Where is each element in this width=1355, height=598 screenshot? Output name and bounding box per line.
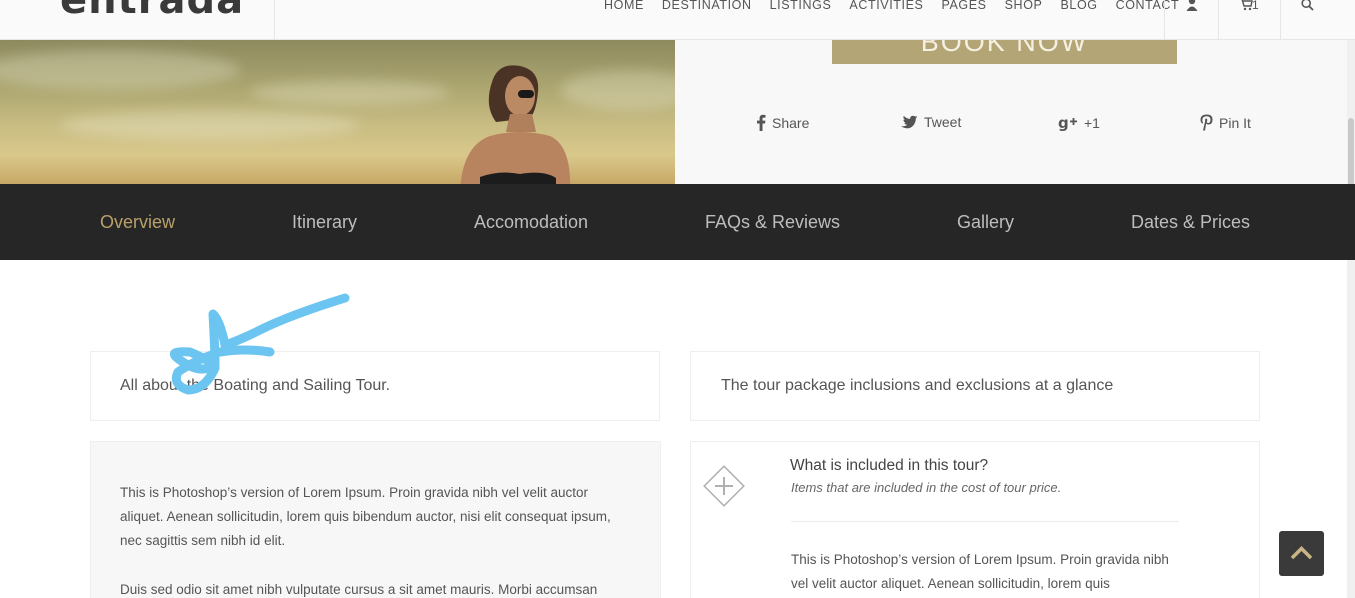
site-header: entrada HOME DESTINATION LISTINGS ACTIVI… (0, 0, 1355, 40)
hero-image (0, 40, 675, 184)
overview-title: All about the Boating and Sailing Tour. (120, 377, 391, 394)
nav-destination[interactable]: DESTINATION (653, 0, 761, 12)
back-to-top-button[interactable] (1279, 531, 1324, 576)
divider (274, 0, 275, 40)
overview-paragraph-1: This is Photoshop’s version of Lorem Ips… (120, 485, 611, 548)
share-google-plus-label: +1 (1084, 114, 1100, 131)
tab-faqs-reviews[interactable]: FAQs & Reviews (705, 212, 840, 232)
tab-itinerary[interactable]: Itinerary (292, 212, 357, 232)
share-twitter[interactable]: Tweet (900, 114, 961, 130)
book-now-button[interactable]: BOOK NOW (832, 40, 1177, 64)
search-icon (1301, 0, 1314, 11)
user-icon (1186, 0, 1198, 11)
page-scrollbar[interactable] (1347, 40, 1355, 598)
nav-home[interactable]: HOME (604, 0, 653, 12)
tab-accomodation[interactable]: Accomodation (474, 212, 588, 232)
tab-gallery[interactable]: Gallery (957, 212, 1014, 232)
pinterest-icon (1200, 114, 1213, 131)
nav-listings[interactable]: LISTINGS (761, 0, 841, 12)
plus-diamond-icon (703, 465, 745, 507)
cart-icon (1241, 0, 1253, 11)
share-twitter-label: Tweet (924, 114, 962, 130)
included-text: This is Photoshop’s version of Lorem Ips… (791, 552, 1169, 591)
google-plus-icon: g (1058, 114, 1077, 131)
nav-blog[interactable]: BLOG (1051, 0, 1106, 12)
share-pinterest-label: Pin It (1219, 114, 1251, 131)
search-button[interactable] (1280, 0, 1350, 40)
tour-tabs: Overview Itinerary Accomodation FAQs & R… (0, 184, 1355, 260)
cart-button[interactable]: 1 (1218, 0, 1280, 40)
tab-overview[interactable]: Overview (100, 212, 175, 232)
user-button[interactable] (1164, 0, 1219, 40)
share-google-plus[interactable]: g +1 (1058, 114, 1100, 131)
inclusions-title: The tour package inclusions and exclusio… (721, 377, 1114, 394)
chevron-up-icon (1290, 546, 1313, 560)
included-subtitle: Items that are included in the cost of t… (791, 480, 1062, 495)
divider (791, 521, 1179, 522)
twitter-icon (901, 115, 918, 128)
overview-paragraph-2: Duis sed odio sit amet nibh vulputate cu… (120, 582, 598, 597)
site-logo[interactable]: entrada (60, 0, 244, 20)
facebook-icon (757, 114, 766, 131)
share-pinterest[interactable]: Pin It (1200, 114, 1251, 131)
main-nav: HOME DESTINATION LISTINGS ACTIVITIES PAG… (604, 0, 1188, 12)
nav-shop[interactable]: SHOP (996, 0, 1052, 12)
included-title: What is included in this tour? (790, 457, 989, 474)
cart-count: 1 (1252, 0, 1259, 12)
svg-text:g: g (1058, 114, 1069, 131)
share-facebook-label: Share (772, 114, 810, 131)
nav-activities[interactable]: ACTIVITIES (840, 0, 932, 12)
tab-dates-prices[interactable]: Dates & Prices (1131, 212, 1250, 232)
share-facebook[interactable]: Share (756, 114, 809, 131)
woman-photo (460, 65, 571, 184)
nav-pages[interactable]: PAGES (932, 0, 995, 12)
